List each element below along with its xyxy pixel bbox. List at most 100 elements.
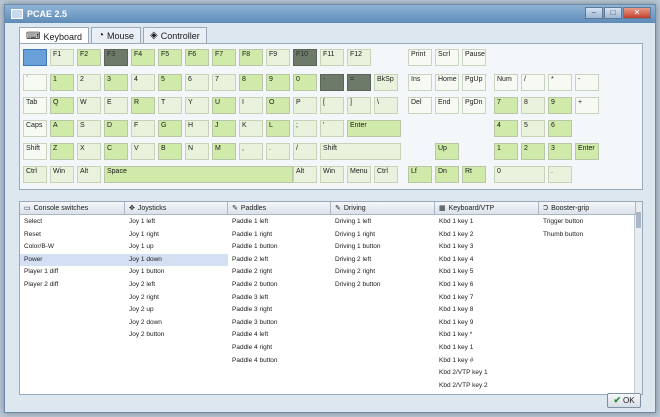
list-item[interactable]: Player 1 diff (20, 266, 125, 279)
keyboard-key[interactable]: ` (23, 74, 47, 91)
column-header[interactable]: ✥ Joysticks (125, 202, 228, 215)
keyboard-key[interactable]: F12 (347, 49, 371, 66)
keyboard-key[interactable]: 1 (494, 143, 518, 160)
list-item[interactable]: Joy 1 down (125, 253, 228, 267)
keyboard-key[interactable]: Q (50, 97, 74, 114)
keyboard-key[interactable]: Rt (462, 166, 486, 183)
keyboard-key[interactable]: R (131, 97, 155, 114)
list-item[interactable]: Paddle 4 left (228, 329, 331, 342)
keyboard-key[interactable]: 9 (266, 74, 290, 91)
close-icon[interactable]: ✕ (623, 7, 651, 19)
list-item[interactable]: Kbd 1 key * (435, 329, 539, 342)
keyboard-key[interactable]: Alt (293, 166, 317, 183)
list-item[interactable]: Driving 1 right (331, 229, 435, 242)
keyboard-key[interactable]: Z (50, 143, 74, 160)
maximize-icon[interactable]: □ (604, 7, 622, 19)
list-item[interactable]: Paddle 2 right (228, 266, 331, 279)
keyboard-key[interactable]: Up (435, 143, 459, 160)
keyboard-key[interactable]: 9 (548, 97, 572, 114)
keyboard-key[interactable]: . (548, 166, 572, 183)
keyboard-key[interactable]: F3 (104, 49, 128, 66)
keyboard-key[interactable]: Alt (77, 166, 101, 183)
list-item[interactable]: Paddle 4 right (228, 342, 331, 355)
list-item[interactable]: Color/B-W (20, 241, 125, 254)
keyboard-key[interactable]: F11 (320, 49, 344, 66)
keyboard-key[interactable]: Lf (408, 166, 432, 183)
column-header[interactable]: Ɔ Booster-grip (539, 202, 636, 215)
list-item[interactable]: Kbd 1 key 8 (435, 304, 539, 317)
list-item[interactable]: Joy 2 up (125, 304, 228, 317)
keyboard-key[interactable]: Print (408, 49, 432, 66)
keyboard-key[interactable]: Win (50, 166, 74, 183)
keyboard-key[interactable]: * (548, 74, 572, 91)
keyboard-key[interactable]: [ (320, 97, 344, 114)
list-item[interactable]: Paddle 2 button (228, 279, 331, 292)
keyboard-key[interactable]: F8 (239, 49, 263, 66)
keyboard-key[interactable]: 6 (548, 120, 572, 137)
list-item[interactable]: Trigger button (539, 216, 636, 229)
keyboard-key[interactable]: L (266, 120, 290, 137)
keyboard-key[interactable]: ; (293, 120, 317, 137)
keyboard-key[interactable]: Shift (23, 143, 47, 160)
list-item[interactable]: Joy 1 left (125, 216, 228, 229)
list-item[interactable]: Kbd 1 key 1 (435, 216, 539, 229)
keyboard-key[interactable]: Ctrl (23, 166, 47, 183)
keyboard-key[interactable]: A (50, 120, 74, 137)
keyboard-key[interactable]: / (293, 143, 317, 160)
keyboard-key[interactable]: 0 (293, 74, 317, 91)
keyboard-key[interactable]: U (212, 97, 236, 114)
keyboard-key[interactable]: F7 (212, 49, 236, 66)
list-item[interactable]: Kbd 2/VTP key 2 (435, 380, 539, 393)
column-header[interactable]: ▦ Keyboard/VTP (435, 202, 539, 215)
list-item[interactable]: Joy 2 down (125, 317, 228, 330)
minimize-icon[interactable]: – (585, 7, 603, 19)
keyboard-key[interactable]: = (347, 74, 371, 91)
list-item[interactable]: Driving 1 left (331, 216, 435, 229)
list-item[interactable]: Driving 2 right (331, 266, 435, 279)
list-item[interactable]: Kbd 2/VTP key 1 (435, 367, 539, 380)
list-item[interactable]: Joy 2 right (125, 292, 228, 305)
keyboard-key[interactable]: Enter (575, 143, 599, 160)
keyboard-key[interactable]: \ (374, 97, 398, 114)
keyboard-key[interactable]: O (266, 97, 290, 114)
keyboard-key[interactable]: G (158, 120, 182, 137)
list-item[interactable]: Paddle 3 button (228, 317, 331, 330)
keyboard-key[interactable]: S (77, 120, 101, 137)
keyboard-key[interactable]: F4 (131, 49, 155, 66)
keyboard-key[interactable]: Ins (408, 74, 432, 91)
keyboard-key[interactable]: B (158, 143, 182, 160)
tab-controller[interactable]: ◈ Controller (143, 27, 207, 44)
keyboard-key[interactable]: PgDn (462, 97, 486, 114)
keyboard-key[interactable]: 4 (494, 120, 518, 137)
keyboard-key[interactable]: F2 (77, 49, 101, 66)
keyboard-key[interactable]: N (185, 143, 209, 160)
list-item[interactable]: Driving 2 button (331, 279, 435, 292)
list-item[interactable]: Select (20, 216, 125, 229)
keyboard-key[interactable]: + (575, 97, 599, 114)
keyboard-key[interactable]: 8 (521, 97, 545, 114)
list-item[interactable]: Paddle 1 right (228, 229, 331, 242)
keyboard-key[interactable]: K (239, 120, 263, 137)
list-item[interactable]: Kbd 1 key 5 (435, 266, 539, 279)
keyboard-key[interactable]: 0 (494, 166, 545, 183)
keyboard-key[interactable]: 2 (77, 74, 101, 91)
list-item[interactable]: Kbd 1 key 3 (435, 241, 539, 254)
keyboard-key[interactable]: Dn (435, 166, 459, 183)
keyboard-key[interactable]: C (104, 143, 128, 160)
list-item[interactable]: Paddle 4 button (228, 355, 331, 368)
keyboard-key[interactable]: F10 (293, 49, 317, 66)
list-item[interactable]: Kbd 1 key 7 (435, 292, 539, 305)
tab-mouse[interactable]: ◔ Mouse (90, 27, 142, 44)
keyboard-key[interactable]: - (575, 74, 599, 91)
keyboard-key[interactable]: , (239, 143, 263, 160)
keyboard-key[interactable]: Num (494, 74, 518, 91)
keyboard-key[interactable]: P (293, 97, 317, 114)
keyboard-key[interactable]: 3 (104, 74, 128, 91)
column-header[interactable]: ✎ Driving (331, 202, 435, 215)
keyboard-key[interactable]: F5 (158, 49, 182, 66)
keyboard-key[interactable]: I (239, 97, 263, 114)
ok-button[interactable]: ✔ OK (607, 393, 641, 408)
keyboard-key[interactable]: 1 (50, 74, 74, 91)
keyboard-key[interactable]: 7 (494, 97, 518, 114)
list-item[interactable]: Joy 1 up (125, 241, 228, 254)
